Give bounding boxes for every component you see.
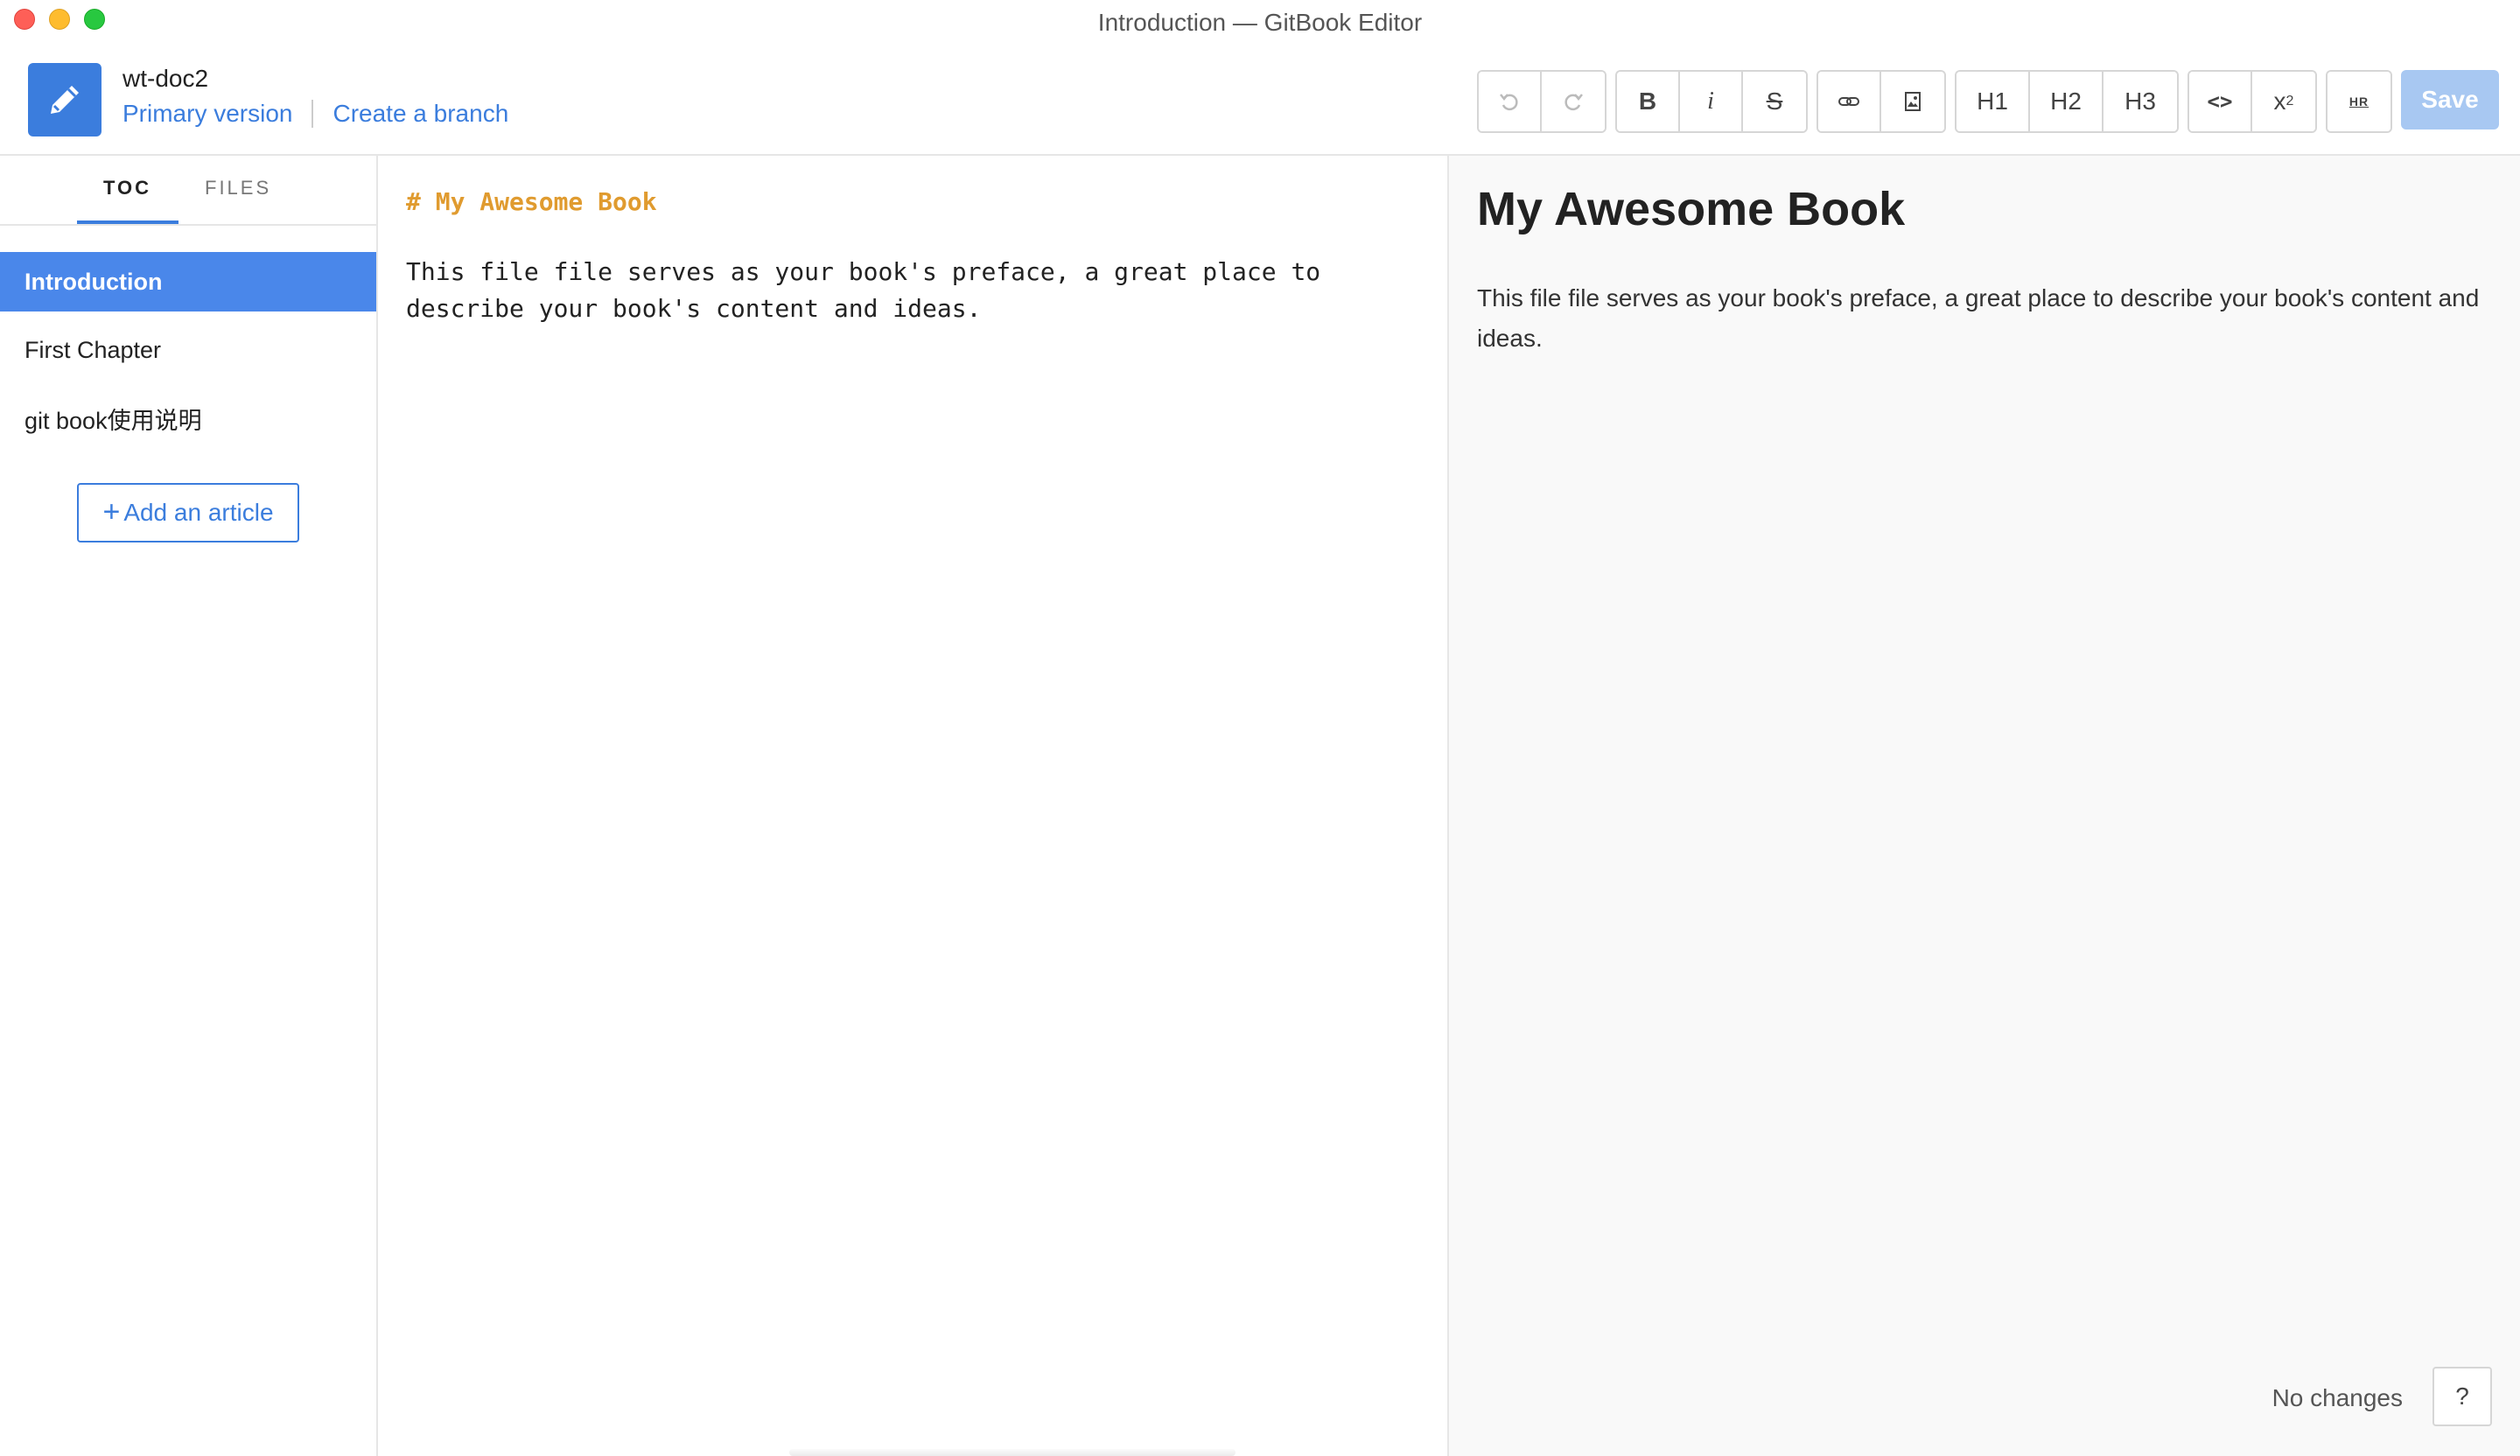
help-button[interactable]: ? xyxy=(2432,1367,2492,1426)
undo-icon xyxy=(1500,94,1518,111)
plus-icon: + xyxy=(102,494,121,528)
link-button[interactable] xyxy=(1818,72,1881,131)
strikethrough-button[interactable]: S xyxy=(1743,72,1806,131)
code-button[interactable]: <> xyxy=(2189,72,2252,131)
preview-paragraph: This file file serves as your book's pre… xyxy=(1477,284,2480,352)
hr-group: HR xyxy=(2326,70,2392,133)
subscript-base: x xyxy=(2273,88,2286,115)
toc-item-label: Introduction xyxy=(24,268,163,295)
book-name: wt-doc2 xyxy=(122,65,209,92)
history-group xyxy=(1477,70,1606,133)
subscript-button[interactable]: x2 xyxy=(2252,72,2315,131)
preview-pane: My Awesome Book This file file serves as… xyxy=(1449,156,2520,1456)
markdown-paragraph[interactable]: This file file serves as your book's pre… xyxy=(406,254,1430,327)
sidebar-tabs: TOC FILES xyxy=(0,156,376,226)
h2-button[interactable]: H2 xyxy=(2030,72,2104,131)
save-button[interactable]: Save xyxy=(2401,70,2499,130)
italic-button[interactable]: i xyxy=(1680,72,1743,131)
divider xyxy=(312,100,314,128)
code-group: <> x2 xyxy=(2188,70,2317,133)
heading-group: H1 H2 H3 xyxy=(1955,70,2179,133)
bold-button[interactable]: B xyxy=(1617,72,1680,131)
add-article-label: Add an article xyxy=(123,499,274,526)
create-branch-link[interactable]: Create a branch xyxy=(332,100,508,128)
toc-item-first-chapter[interactable]: First Chapter xyxy=(0,320,376,380)
image-button[interactable] xyxy=(1881,72,1944,131)
version-links: Primary version Create a branch xyxy=(122,100,508,128)
editor-toolbar: B i S H1 H2 H3 <> x2 HR Save xyxy=(1477,70,2499,133)
image-icon xyxy=(1905,92,1921,111)
toc-item-label: git book使用说明 xyxy=(24,407,202,434)
insert-group xyxy=(1816,70,1946,133)
link-icon xyxy=(1838,97,1859,106)
tab-toc[interactable]: TOC xyxy=(103,177,151,200)
app-header: wt-doc2 Primary version Create a branch … xyxy=(0,49,2520,156)
active-tab-indicator xyxy=(77,220,178,224)
h3-button[interactable]: H3 xyxy=(2104,72,2177,131)
horizontal-rule-button[interactable]: HR xyxy=(2328,72,2390,131)
window-titlebar: Introduction — GitBook Editor xyxy=(0,0,2520,49)
subscript-sub: 2 xyxy=(2286,94,2294,108)
add-article-button[interactable]: + Add an article xyxy=(77,483,299,542)
pencil-icon xyxy=(51,86,79,114)
app-logo xyxy=(28,63,102,136)
redo-icon xyxy=(1564,94,1583,111)
undo-button[interactable] xyxy=(1479,72,1542,131)
primary-version-link[interactable]: Primary version xyxy=(122,100,292,128)
markdown-editor[interactable]: # My Awesome Book This file file serves … xyxy=(378,156,1449,1456)
markdown-heading-line[interactable]: # My Awesome Book xyxy=(406,187,657,216)
format-group: B i S xyxy=(1615,70,1808,133)
horizontal-scrollbar[interactable] xyxy=(789,1449,1236,1456)
toc-item-introduction[interactable]: Introduction xyxy=(0,252,376,312)
sidebar: TOC FILES Introduction First Chapter git… xyxy=(0,156,378,1456)
preview-title: My Awesome Book xyxy=(1477,183,1906,235)
toc-item-label: First Chapter xyxy=(24,336,162,363)
toc-item-gitbook-guide[interactable]: git book使用说明 xyxy=(0,388,376,448)
window-title: Introduction — GitBook Editor xyxy=(1097,9,1423,36)
h1-button[interactable]: H1 xyxy=(1956,72,2030,131)
tab-files[interactable]: FILES xyxy=(205,177,271,200)
status-text: No changes xyxy=(2272,1384,2403,1411)
redo-button[interactable] xyxy=(1542,72,1605,131)
